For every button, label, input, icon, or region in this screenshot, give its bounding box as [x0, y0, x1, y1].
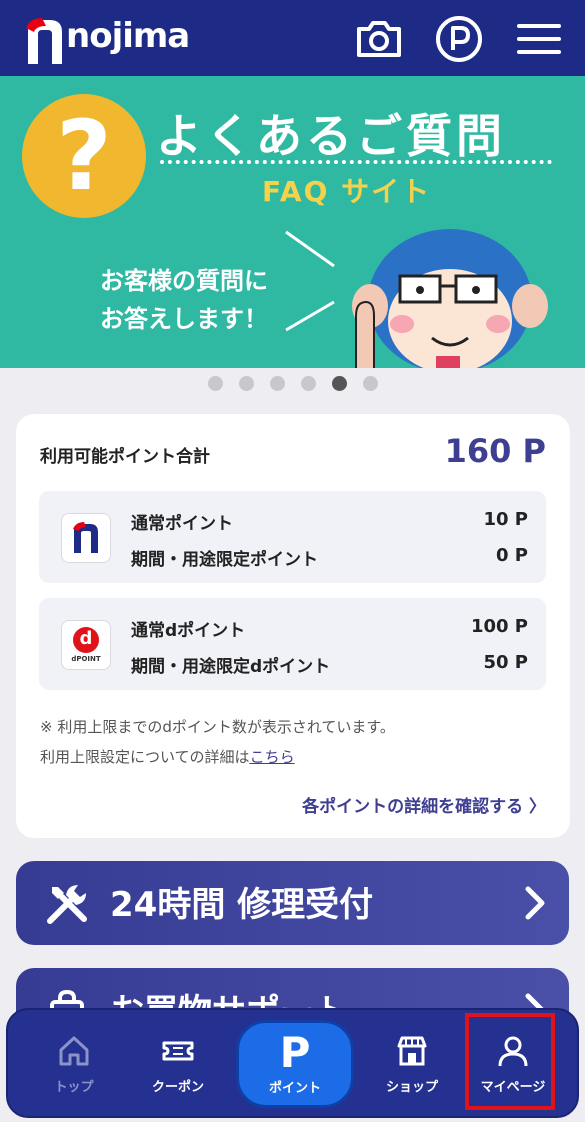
points-button[interactable]: [434, 14, 484, 64]
carousel-dot[interactable]: [207, 376, 223, 391]
limited-points-value: 0 P: [496, 545, 528, 566]
p-circle-icon: [436, 16, 482, 62]
p-icon: P: [279, 1028, 311, 1077]
nojima-logo[interactable]: nojima: [22, 10, 190, 66]
banner-divider: [160, 160, 552, 164]
nav-top[interactable]: トップ: [24, 1034, 124, 1112]
points-detail-link[interactable]: 各ポイントの詳細を確認する 〉: [302, 792, 546, 817]
dpoint-logo-mark: d: [73, 627, 99, 653]
points-card: 利用可能ポイント合計 160 P 通常ポイント 10 P 期間・用途限定ポイント…: [16, 414, 570, 838]
repair-banner[interactable]: 24時間 修理受付: [16, 861, 569, 945]
points-total-value: 160 P: [444, 432, 546, 470]
limited-dpoint-label: 期間・用途限定dポイント: [131, 657, 331, 677]
nojima-points-box: 通常ポイント 10 P 期間・用途限定ポイント 0 P: [39, 491, 546, 583]
camera-icon: [357, 21, 401, 57]
tools-icon: [47, 885, 87, 924]
dpoint-limit-link[interactable]: こちら: [250, 748, 295, 766]
nav-points-label: ポイント: [268, 1081, 321, 1096]
mypage-highlight-frame: [465, 1013, 555, 1110]
normal-points-value: 10 P: [483, 509, 528, 530]
banner-title: よくあるご質問: [156, 109, 506, 163]
points-total-label: 利用可能ポイント合計: [40, 447, 210, 467]
nav-points[interactable]: P ポイント: [236, 1020, 354, 1108]
carousel-dot[interactable]: [238, 376, 254, 391]
nav-shop[interactable]: ショップ: [362, 1034, 462, 1112]
faq-banner[interactable]: ? よくあるご質問 FAQ サイト お客様の質問に お答えします！: [0, 76, 585, 368]
carousel-dot[interactable]: [269, 376, 285, 391]
limited-dpoint-value: 50 P: [483, 652, 528, 673]
repair-banner-label: 24時間 修理受付: [110, 885, 374, 925]
monkey-mascot-icon: [352, 229, 548, 368]
nojima-points-icon: [61, 513, 111, 563]
nojima-n-icon: [73, 522, 98, 553]
ticket-icon: [162, 1041, 194, 1061]
banner-message: お客様の質問に お答えします！: [100, 267, 268, 333]
dpoint-note-line2: 利用上限設定についての詳細はこちら: [40, 746, 295, 767]
banner-subtitle: FAQ サイト: [262, 175, 432, 208]
dpoint-icon: d dPOINT: [61, 620, 111, 670]
nav-top-label: トップ: [54, 1080, 94, 1095]
nav-coupon[interactable]: クーポン: [128, 1034, 228, 1112]
chevron-right-icon: [525, 886, 545, 920]
dpoint-note-line1: ※ 利用上限までのdポイント数が表示されています。: [40, 718, 395, 736]
normal-dpoint-value: 100 P: [470, 616, 528, 637]
dpoint-note-text: 利用上限設定についての詳細は: [40, 748, 250, 766]
menu-button[interactable]: [514, 14, 564, 64]
normal-points-label: 通常ポイント: [131, 514, 233, 534]
nav-shop-label: ショップ: [385, 1080, 438, 1095]
carousel-dot[interactable]: [362, 376, 378, 391]
shop-icon: [397, 1036, 427, 1066]
logo-text: nojima: [66, 16, 190, 56]
carousel-dot-active[interactable]: [331, 376, 347, 391]
camera-button[interactable]: [354, 14, 404, 64]
normal-dpoint-label: 通常dポイント: [131, 621, 246, 641]
dpoint-logo-caption: dPOINT: [71, 655, 101, 663]
app-header: nojima: [0, 0, 585, 76]
dpoint-box: d dPOINT 通常dポイント 100 P 期間・用途限定dポイント 50 P: [39, 598, 546, 690]
carousel-indicator: [0, 376, 585, 391]
carousel-dot[interactable]: [300, 376, 316, 391]
banner-speech-lines: [285, 230, 335, 332]
nojima-n-mark: [26, 18, 62, 64]
nav-coupon-label: クーポン: [151, 1080, 204, 1095]
home-icon: [59, 1036, 89, 1066]
question-icon: ?: [22, 94, 146, 218]
hamburger-icon: [517, 24, 561, 54]
limited-points-label: 期間・用途限定ポイント: [131, 550, 318, 570]
